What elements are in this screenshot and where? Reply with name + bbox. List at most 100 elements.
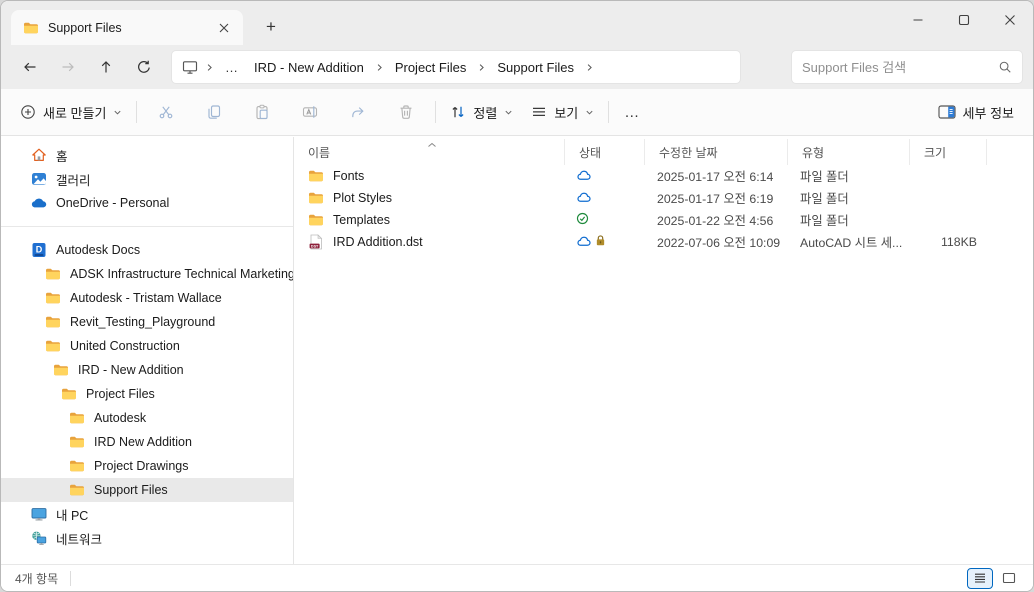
- autodesk-docs-icon: D: [31, 242, 47, 258]
- sidebar-item-network[interactable]: 네트워크: [1, 526, 293, 550]
- sort-ascending-icon: [427, 137, 437, 151]
- folder-icon: [308, 190, 324, 206]
- maximize-button[interactable]: [941, 1, 987, 39]
- sidebar-item-label: 갤러리: [56, 170, 91, 189]
- minimize-button[interactable]: [895, 1, 941, 39]
- forward-icon[interactable]: [49, 51, 87, 83]
- window-controls: [895, 1, 1033, 41]
- pc-icon: [31, 506, 47, 522]
- sidebar-item-ird-new-addition-child[interactable]: IRD New Addition: [1, 430, 293, 454]
- sidebar-item-adsk-infrastructure[interactable]: ADSK Infrastructure Technical Marketing: [1, 262, 293, 286]
- file-date-modified: 2025-01-17 오전 6:14: [644, 165, 787, 187]
- tab-strip: Support Files +: [1, 1, 1033, 45]
- sidebar-item-autodesk-docs[interactable]: D Autodesk Docs: [1, 238, 293, 262]
- folder-icon: [308, 212, 324, 228]
- sidebar-item-revit-testing-playground[interactable]: Revit_Testing_Playground: [1, 310, 293, 334]
- sidebar-item-ird-new-addition[interactable]: IRD - New Addition: [1, 358, 293, 382]
- new-button[interactable]: 새로 만들기: [11, 95, 131, 129]
- thumbnail-view-toggle[interactable]: [997, 569, 1021, 588]
- file-date-modified: 2025-01-17 오전 6:19: [644, 187, 787, 209]
- sort-button[interactable]: 정렬: [441, 95, 522, 129]
- chevron-right-icon: [585, 63, 594, 72]
- address-bar[interactable]: … IRD - New Addition Project Files Suppo…: [171, 50, 741, 84]
- details-view-toggle[interactable]: [968, 569, 992, 588]
- sort-button-label: 정렬: [473, 103, 497, 122]
- sidebar-item-label: IRD New Addition: [94, 435, 192, 449]
- new-tab-button[interactable]: +: [257, 13, 285, 41]
- up-icon[interactable]: [87, 51, 125, 83]
- refresh-icon[interactable]: [125, 51, 163, 83]
- delete-icon[interactable]: [382, 95, 430, 129]
- synced-status-icon: [576, 212, 589, 228]
- view-button-label: 보기: [554, 103, 578, 122]
- file-row-fonts[interactable]: Fonts 2025-01-17 오전 6:14 파일 폴더: [294, 165, 1033, 187]
- search-icon[interactable]: [998, 60, 1012, 74]
- sidebar-item-label: OneDrive - Personal: [56, 196, 169, 210]
- details-view-icon: [973, 572, 987, 584]
- cloud-status-icon: [576, 191, 592, 206]
- toolbar-divider: [435, 101, 436, 123]
- navigation-pane: 홈 갤러리 OneDrive - Personal D Autodesk: [1, 137, 294, 564]
- sidebar-item-autodesk-tristam-wallace[interactable]: Autodesk - Tristam Wallace: [1, 286, 293, 310]
- column-header-type[interactable]: 유형: [787, 139, 909, 165]
- sidebar-item-project-files[interactable]: Project Files: [1, 382, 293, 406]
- sidebar-item-this-pc[interactable]: 내 PC: [1, 502, 293, 526]
- more-options-icon[interactable]: …: [614, 95, 650, 129]
- sidebar-item-label: 홈: [56, 146, 68, 165]
- folder-icon: [308, 168, 324, 184]
- sidebar-item-gallery[interactable]: 갤러리: [1, 167, 293, 191]
- file-size: [909, 209, 987, 231]
- folder-icon: [69, 458, 85, 474]
- breadcrumb-segment-support-files[interactable]: Support Files: [493, 58, 578, 77]
- sidebar-item-label: Support Files: [94, 483, 168, 497]
- network-icon: [31, 530, 47, 546]
- chevron-right-icon: [205, 63, 214, 72]
- paste-icon[interactable]: [238, 95, 286, 129]
- onedrive-icon: [31, 195, 47, 211]
- sidebar-item-label: Autodesk - Tristam Wallace: [70, 291, 222, 305]
- tab-support-files[interactable]: Support Files: [11, 10, 243, 45]
- view-button[interactable]: 보기: [522, 95, 603, 129]
- sidebar-item-project-drawings[interactable]: Project Drawings: [1, 454, 293, 478]
- details-pane-icon: [938, 105, 956, 119]
- sidebar-item-onedrive[interactable]: OneDrive - Personal: [1, 191, 293, 215]
- sidebar-item-home[interactable]: 홈: [1, 143, 293, 167]
- file-date-modified: 2022-07-06 오전 10:09: [644, 231, 787, 253]
- back-icon[interactable]: [11, 51, 49, 83]
- column-headers: 이름 상태 수정한 날짜 유형 크기: [294, 139, 1033, 165]
- column-header-status[interactable]: 상태: [564, 139, 644, 165]
- file-size: [909, 165, 987, 187]
- copy-icon[interactable]: [190, 95, 238, 129]
- cloud-status-icon: [576, 169, 592, 184]
- search-box: [791, 50, 1023, 84]
- cut-icon[interactable]: [142, 95, 190, 129]
- svg-text:D: D: [36, 245, 43, 255]
- command-toolbar: 새로 만들기 정렬 보기: [1, 89, 1033, 136]
- breadcrumb-segment-ird-new-addition[interactable]: IRD - New Addition: [250, 58, 368, 77]
- search-input[interactable]: [802, 60, 992, 75]
- file-row-plot-styles[interactable]: Plot Styles 2025-01-17 오전 6:19 파일 폴더: [294, 187, 1033, 209]
- share-icon[interactable]: [334, 95, 382, 129]
- home-icon: [31, 147, 47, 163]
- sidebar-item-united-construction[interactable]: United Construction: [1, 334, 293, 358]
- column-header-size[interactable]: 크기: [909, 139, 987, 165]
- folder-icon: [53, 362, 69, 378]
- details-pane-button[interactable]: 세부 정보: [929, 95, 1023, 129]
- sidebar-item-label: United Construction: [70, 339, 180, 353]
- plus-circle-icon: [20, 104, 36, 120]
- file-row-templates[interactable]: Templates 2025-01-22 오전 4:56 파일 폴더: [294, 209, 1033, 231]
- tab-close-icon[interactable]: [213, 17, 235, 39]
- cloud-status-icon: [576, 235, 592, 250]
- item-count: 4개 항목: [15, 570, 58, 587]
- column-header-date-modified[interactable]: 수정한 날짜: [644, 139, 787, 165]
- breadcrumb-segment-project-files[interactable]: Project Files: [391, 58, 471, 77]
- file-row-ird-addition-dst[interactable]: DST IRD Addition.dst 2022-07-06 오전 10:09…: [294, 231, 1033, 253]
- file-name: Plot Styles: [333, 191, 392, 205]
- rename-icon[interactable]: [286, 95, 334, 129]
- breadcrumb-ellipsis[interactable]: …: [221, 60, 243, 75]
- sidebar-item-support-files[interactable]: Support Files: [1, 478, 293, 502]
- folder-icon: [45, 338, 61, 354]
- sidebar-item-autodesk[interactable]: Autodesk: [1, 406, 293, 430]
- chevron-right-icon: [375, 63, 384, 72]
- close-button[interactable]: [987, 1, 1033, 39]
